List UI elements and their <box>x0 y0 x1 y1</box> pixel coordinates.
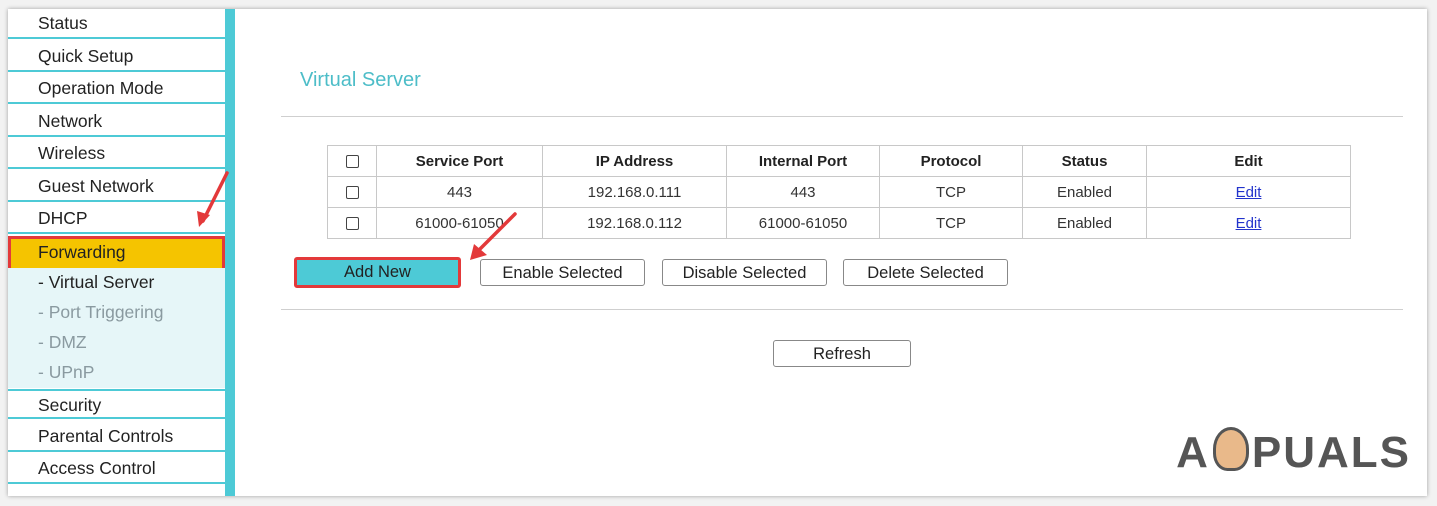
sidebar-item-label: Network <box>38 111 103 131</box>
divider-top <box>281 116 1403 117</box>
sidebar-item-status[interactable]: Status <box>8 9 225 39</box>
annotation-arrow-forwarding-icon <box>197 171 229 227</box>
appuals-watermark-logo: A PUALS <box>1176 427 1411 478</box>
table-row: 443 192.168.0.111 443 TCP Enabled Edit <box>327 176 1351 208</box>
watermark-text-left: A <box>1176 428 1210 477</box>
refresh-button[interactable]: Refresh <box>773 340 911 367</box>
sidebar-divider <box>225 9 235 496</box>
cell-edit: Edit <box>1146 207 1351 239</box>
sidebar-item-security[interactable]: Security <box>8 389 225 419</box>
header-protocol: Protocol <box>879 145 1023 177</box>
forwarding-submenu: - Virtual Server - Port Triggering - DMZ… <box>8 268 225 388</box>
header-status: Status <box>1022 145 1147 177</box>
divider-bottom <box>281 309 1403 310</box>
header-ip-address: IP Address <box>542 145 727 177</box>
sidebar-item-network[interactable]: Network <box>8 107 225 137</box>
sidebar-item-quick-setup[interactable]: Quick Setup <box>8 42 225 72</box>
submenu-item-port-triggering[interactable]: - Port Triggering <box>38 298 163 326</box>
sidebar-item-label: Guest Network <box>38 176 154 196</box>
cell-edit: Edit <box>1146 176 1351 208</box>
row-select-cell <box>327 176 377 208</box>
sidebar-item-forwarding[interactable]: Forwarding <box>8 236 225 272</box>
cell-status: Enabled <box>1022 207 1147 239</box>
sidebar-item-label: Quick Setup <box>38 46 134 66</box>
submenu-item-upnp[interactable]: - UPnP <box>38 358 94 386</box>
submenu-item-virtual-server[interactable]: - Virtual Server <box>38 268 154 296</box>
add-new-button[interactable]: Add New <box>294 257 461 288</box>
header-edit: Edit <box>1146 145 1351 177</box>
select-all-checkbox[interactable] <box>345 155 359 169</box>
row-checkbox[interactable] <box>345 217 359 231</box>
edit-link[interactable]: Edit <box>1236 215 1262 232</box>
cell-internal-port: 443 <box>726 176 880 208</box>
row-select-cell <box>327 207 377 239</box>
header-internal-port: Internal Port <box>726 145 880 177</box>
cell-status: Enabled <box>1022 176 1147 208</box>
sidebar-item-operation-mode[interactable]: Operation Mode <box>8 74 225 104</box>
annotation-arrow-add-new-icon <box>470 212 517 260</box>
mascot-icon <box>1212 427 1249 471</box>
edit-link[interactable]: Edit <box>1236 184 1262 201</box>
header-service-port: Service Port <box>376 145 543 177</box>
router-admin-window: Status Quick Setup Operation Mode Networ… <box>8 9 1427 496</box>
sidebar-item-label: Status <box>38 13 88 33</box>
sidebar-item-label: Wireless <box>38 143 106 163</box>
row-checkbox[interactable] <box>345 186 359 200</box>
cell-ip-address: 192.168.0.112 <box>542 207 727 239</box>
submenu-item-dmz[interactable]: - DMZ <box>38 328 87 356</box>
sidebar-item-label: Security <box>38 395 102 415</box>
watermark-text-right: PUALS <box>1251 428 1411 477</box>
page-title: Virtual Server <box>300 69 421 91</box>
sidebar-item-label: Operation Mode <box>38 78 164 98</box>
cell-protocol: TCP <box>879 207 1023 239</box>
select-all-cell <box>327 145 377 177</box>
delete-selected-button[interactable]: Delete Selected <box>843 259 1008 286</box>
table-header-row: Service Port IP Address Internal Port Pr… <box>327 145 1351 177</box>
sidebar-item-label: Access Control <box>38 458 156 478</box>
main-content: Virtual Server Service Port IP Address I… <box>235 9 1427 496</box>
cell-service-port: 443 <box>376 176 543 208</box>
sidebar-item-parental-controls[interactable]: Parental Controls <box>8 422 225 452</box>
sidebar-nav: Status Quick Setup Operation Mode Networ… <box>8 9 225 496</box>
cell-internal-port: 61000-61050 <box>726 207 880 239</box>
sidebar-item-access-control[interactable]: Access Control <box>8 454 225 484</box>
sidebar-item-label: Parental Controls <box>38 426 174 446</box>
cell-ip-address: 192.168.0.111 <box>542 176 727 208</box>
sidebar-item-label: DHCP <box>38 208 88 228</box>
disable-selected-button[interactable]: Disable Selected <box>662 259 827 286</box>
sidebar-item-wireless[interactable]: Wireless <box>8 139 225 169</box>
cell-protocol: TCP <box>879 176 1023 208</box>
sidebar-item-label: Forwarding <box>38 242 126 262</box>
